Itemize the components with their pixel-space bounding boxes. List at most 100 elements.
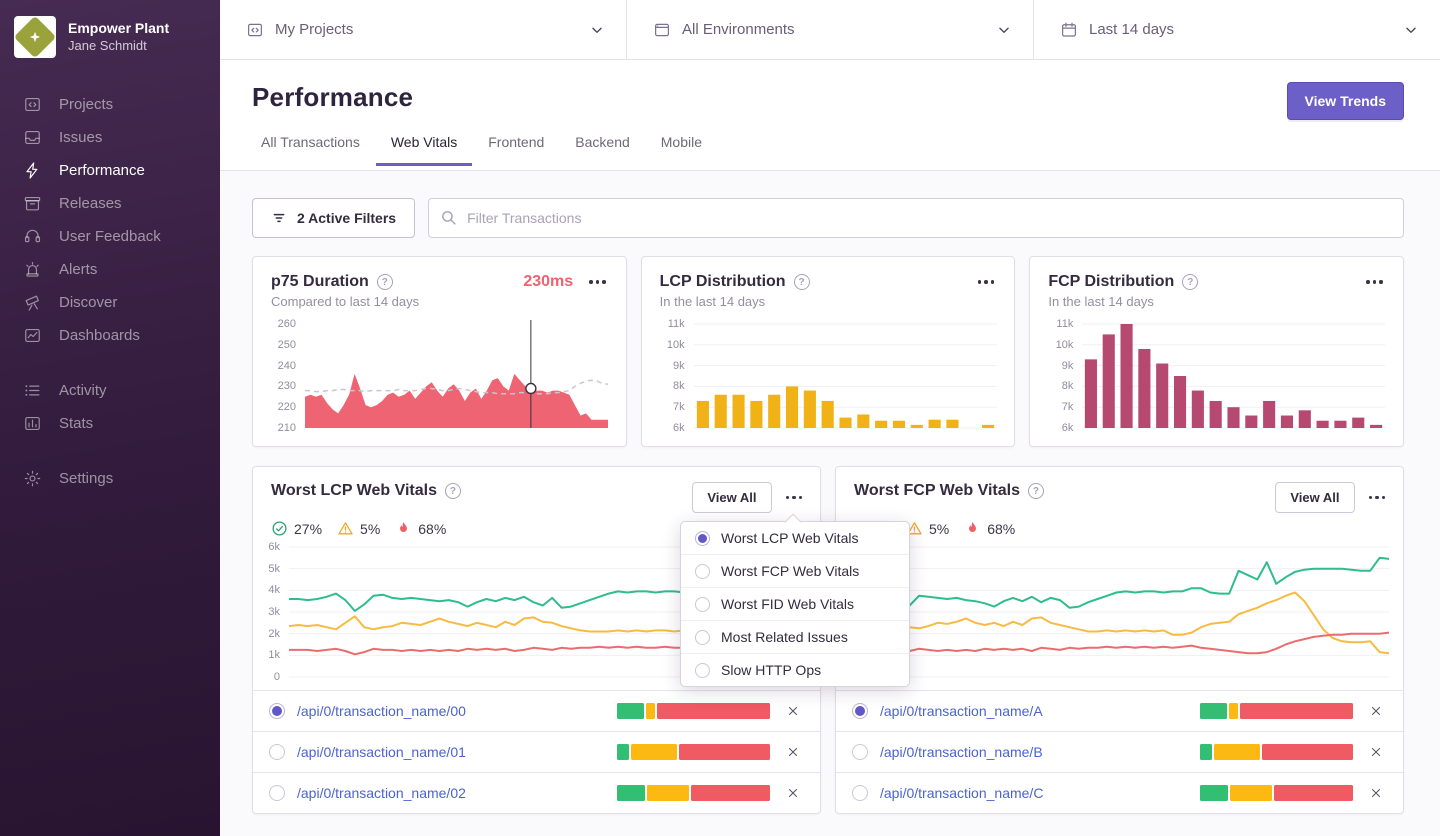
vital-stat: 5% (906, 520, 949, 537)
fcp-distribution-chart[interactable] (1082, 320, 1385, 432)
worst-fcp-chart[interactable] (872, 543, 1389, 681)
radio-button[interactable] (852, 744, 868, 760)
vitals-breakdown-bar (617, 785, 770, 801)
more-options-button[interactable] (976, 274, 997, 290)
sidebar-item-stats[interactable]: Stats (0, 407, 220, 440)
table-row: /api/0/transaction_name/B (836, 731, 1403, 772)
radio-button[interactable] (852, 785, 868, 801)
tab-all-transactions[interactable]: All Transactions (246, 134, 375, 166)
radio-button[interactable] (695, 597, 710, 612)
menu-item-worst-fid-web-vitals[interactable]: Worst FID Web Vitals (681, 587, 909, 620)
filter-row: 2 Active Filters (252, 198, 1404, 238)
org-switcher[interactable]: Empower Plant Jane Schmidt (0, 0, 220, 72)
transaction-link[interactable]: /api/0/transaction_name/A (880, 703, 1188, 719)
radio-button[interactable] (695, 663, 710, 678)
vital-stat-value: 5% (929, 521, 949, 537)
sidebar-item-alerts[interactable]: Alerts (0, 253, 220, 286)
tab-frontend[interactable]: Frontend (473, 134, 559, 166)
radio-button[interactable] (852, 703, 868, 719)
sidebar-item-label: Performance (59, 162, 145, 179)
active-filters-button[interactable]: 2 Active Filters (252, 198, 415, 238)
tab-mobile[interactable]: Mobile (646, 134, 717, 166)
radio-button[interactable] (269, 703, 285, 719)
more-options-button[interactable] (1364, 274, 1385, 290)
help-icon[interactable]: ? (377, 274, 393, 290)
close-icon[interactable] (782, 700, 804, 722)
table-row: /api/0/transaction_name/02 (253, 772, 820, 813)
discover-icon (23, 293, 42, 312)
more-options-button[interactable] (587, 274, 608, 290)
sidebar-item-releases[interactable]: Releases (0, 187, 220, 220)
sidebar-item-label: Dashboards (59, 327, 140, 344)
transaction-link[interactable]: /api/0/transaction_name/00 (297, 703, 605, 719)
help-icon[interactable]: ? (794, 274, 810, 290)
more-options-button[interactable] (784, 490, 805, 506)
menu-item-slow-http-ops[interactable]: Slow HTTP Ops (681, 653, 909, 686)
radio-button[interactable] (695, 564, 710, 579)
close-icon[interactable] (1365, 782, 1387, 804)
radio-button[interactable] (269, 785, 285, 801)
help-icon[interactable]: ? (1182, 274, 1198, 290)
card-title: p75 Duration (271, 273, 369, 291)
menu-list: Worst LCP Web VitalsWorst FCP Web Vitals… (681, 522, 909, 686)
project-selector[interactable]: My Projects (220, 0, 627, 59)
summary-cards-row: p75 Duration ? 230ms Compared to last 14… (252, 256, 1404, 447)
transaction-link[interactable]: /api/0/transaction_name/C (880, 785, 1188, 801)
sidebar-item-projects[interactable]: Projects (0, 88, 220, 121)
p75-duration-chart[interactable] (305, 320, 608, 432)
page-header: Performance View Trends All Transactions… (220, 60, 1440, 171)
active-filters-label: 2 Active Filters (297, 210, 396, 226)
transaction-link[interactable]: /api/0/transaction_name/02 (297, 785, 605, 801)
tab-web-vitals[interactable]: Web Vitals (376, 134, 472, 166)
close-icon[interactable] (782, 741, 804, 763)
view-all-button[interactable]: View All (1275, 482, 1354, 513)
page-title: Performance (252, 82, 413, 113)
sidebar-item-issues[interactable]: Issues (0, 121, 220, 154)
sidebar-item-dashboards[interactable]: Dashboards (0, 319, 220, 352)
card-title: Worst LCP Web Vitals (271, 482, 437, 500)
vitals-breakdown-bar (617, 703, 770, 719)
close-icon[interactable] (782, 782, 804, 804)
lcp-distribution-chart[interactable] (694, 320, 997, 432)
close-icon[interactable] (1365, 700, 1387, 722)
menu-item-worst-fcp-web-vitals[interactable]: Worst FCP Web Vitals (681, 554, 909, 587)
menu-item-label: Slow HTTP Ops (721, 662, 821, 678)
transaction-link[interactable]: /api/0/transaction_name/B (880, 744, 1188, 760)
radio-button[interactable] (695, 630, 710, 645)
activity-icon (23, 381, 42, 400)
view-all-button[interactable]: View All (692, 482, 771, 513)
radio-button[interactable] (695, 531, 710, 546)
topbar: My Projects All Environments Last 14 day… (220, 0, 1440, 60)
sidebar-item-settings[interactable]: Settings (0, 462, 220, 495)
search-input[interactable] (428, 198, 1404, 238)
chevron-down-icon (590, 23, 604, 37)
y-axis-labels: 260250240230220210 (271, 320, 305, 432)
view-trends-button[interactable]: View Trends (1287, 82, 1404, 120)
sidebar-item-user-feedback[interactable]: User Feedback (0, 220, 220, 253)
sidebar-item-discover[interactable]: Discover (0, 286, 220, 319)
date-range-selector[interactable]: Last 14 days (1034, 0, 1440, 59)
transaction-link[interactable]: /api/0/transaction_name/01 (297, 744, 605, 760)
y-axis-labels: 6k5k4k3k2k1k0 (261, 543, 289, 681)
tab-backend[interactable]: Backend (560, 134, 644, 166)
radio-button[interactable] (269, 744, 285, 760)
help-icon[interactable]: ? (445, 483, 461, 499)
help-icon[interactable]: ? (1028, 483, 1044, 499)
sidebar-item-label: Releases (59, 195, 122, 212)
table-row: /api/0/transaction_name/A (836, 690, 1403, 731)
sidebar-item-label: Alerts (59, 261, 97, 278)
sidebar-item-activity[interactable]: Activity (0, 374, 220, 407)
vital-stat: 68% (964, 520, 1015, 537)
table-row: /api/0/transaction_name/00 (253, 690, 820, 731)
dashboards-icon (23, 326, 42, 345)
environment-selector-label: All Environments (682, 21, 986, 38)
sidebar-item-performance[interactable]: Performance (0, 154, 220, 187)
lcp-distribution-card: LCP Distribution ? In the last 14 days 1… (641, 256, 1016, 447)
transaction-list: /api/0/transaction_name/A/api/0/transact… (836, 690, 1403, 813)
close-icon[interactable] (1365, 741, 1387, 763)
environment-selector[interactable]: All Environments (627, 0, 1034, 59)
user-feedback-icon (23, 227, 42, 246)
more-options-button[interactable] (1367, 490, 1388, 506)
menu-item-most-related-issues[interactable]: Most Related Issues (681, 620, 909, 653)
sidebar-nav: ProjectsIssues Performance Releases User Fe… (0, 72, 220, 495)
